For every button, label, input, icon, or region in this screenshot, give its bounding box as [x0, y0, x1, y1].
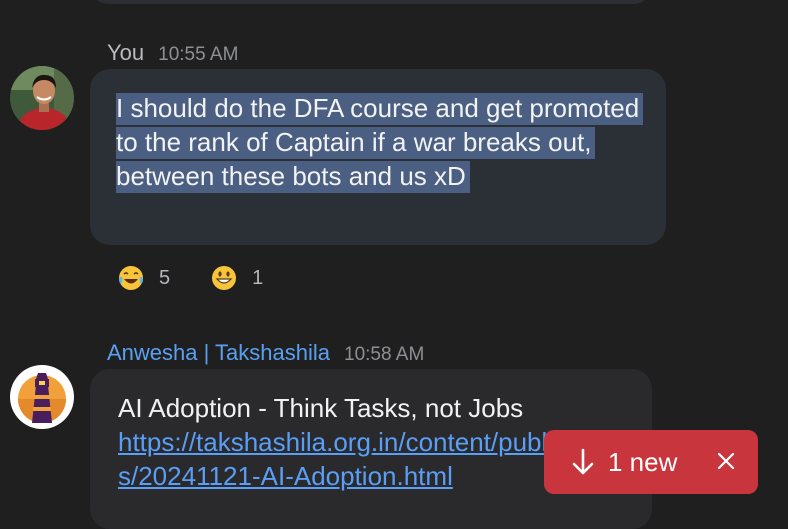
reaction-grinning[interactable]: 1: [210, 264, 263, 292]
message-text: I should do the DFA course and get promo…: [116, 93, 644, 193]
message-bubble[interactable]: I should do the DFA course and get promo…: [90, 69, 666, 245]
reaction-count: 1: [252, 266, 264, 289]
message-time: 10:58 AM: [344, 344, 425, 365]
arrow-down-icon: [572, 448, 594, 475]
previous-message-bubble: [90, 0, 652, 4]
reaction-laughing[interactable]: 5: [117, 264, 170, 292]
user-photo-icon: [10, 66, 74, 130]
message-header: Anwesha | Takshashila 10:58 AM: [107, 340, 424, 366]
sender-name[interactable]: You: [107, 40, 144, 66]
reactions-bar: 5 1: [117, 264, 263, 292]
message-time: 10:55 AM: [158, 44, 239, 65]
close-icon[interactable]: [716, 451, 736, 471]
message-text: AI Adoption - Think Tasks, not Jobs: [118, 393, 524, 423]
message-header: You 10:55 AM: [107, 40, 238, 66]
new-messages-button[interactable]: 1 new: [544, 430, 758, 494]
avatar[interactable]: [10, 365, 74, 429]
sender-name[interactable]: Anwesha | Takshashila: [107, 340, 330, 366]
grinning-face-icon: [212, 266, 237, 290]
reaction-count: 5: [159, 266, 171, 289]
new-messages-label: 1 new: [608, 446, 678, 477]
lighthouse-logo-icon: [11, 366, 73, 428]
avatar[interactable]: [10, 66, 74, 130]
tears-of-joy-icon: [119, 266, 143, 290]
